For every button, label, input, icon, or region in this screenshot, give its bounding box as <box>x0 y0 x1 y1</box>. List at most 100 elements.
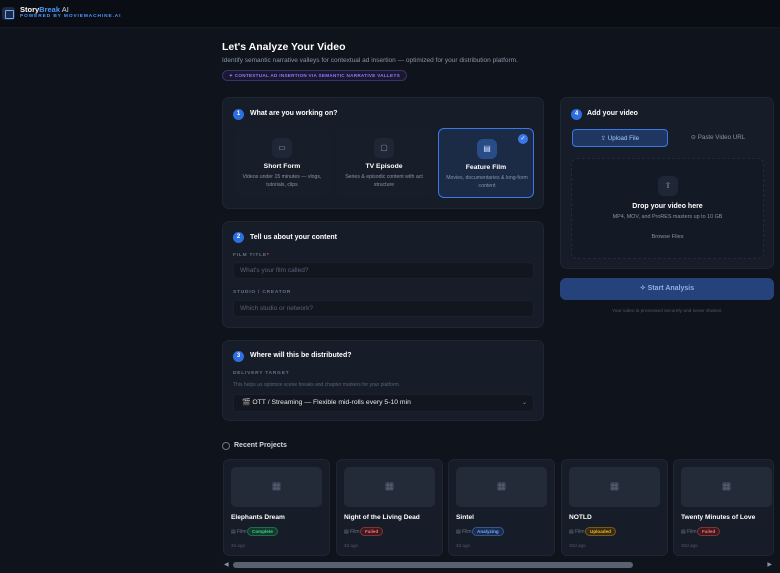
scroll-left-icon[interactable]: ◀ <box>224 561 229 569</box>
tab-paste-url[interactable]: ⊝ Paste Video URL <box>670 129 766 147</box>
step2-title: Tell us about your content <box>250 234 337 241</box>
upload-icon: ⇪ <box>658 176 678 196</box>
project-time: 3d ago <box>231 543 246 548</box>
project-type: ▤ Film <box>456 529 472 535</box>
film-title-input[interactable]: What's your film called? <box>233 262 534 279</box>
option-title: Feature Film <box>465 164 507 171</box>
status-badge: Uploaded <box>585 527 616 536</box>
project-type: ▤ Film <box>231 529 247 535</box>
film-icon: ▦ <box>344 467 435 507</box>
powered-by: POWERED BY MOVIEMACHINE.AI <box>20 14 122 19</box>
delivery-hint: This helps us optimize scene breaks and … <box>233 382 401 388</box>
studio-input[interactable]: Which studio or network? <box>233 300 534 317</box>
horizontal-scrollbar[interactable]: ◀ ▶ <box>222 561 774 569</box>
project-card[interactable]: ▦ NOTLD ▤ Film Uploaded 20d ago <box>561 459 668 556</box>
app-name-part1: Story <box>20 5 40 14</box>
option-title: Short Form <box>263 163 301 170</box>
step3-number: 3 <box>233 351 244 362</box>
option-feature-film[interactable]: ▤ Feature Film Movies, documentaries & l… <box>438 128 534 198</box>
step1-title: What are you working on? <box>250 110 338 117</box>
start-analysis-button[interactable]: ✧ Start Analysis <box>560 278 774 300</box>
project-name: Sintel <box>456 514 474 521</box>
film-type-icon: ▤ <box>456 529 461 535</box>
clock-icon <box>222 442 230 450</box>
tv-icon: ▢ <box>374 138 394 158</box>
project-card[interactable]: ▦ Night of the Living Dead ▤ Film Failed 3d … <box>336 459 443 556</box>
status-badge: Failed <box>697 527 721 536</box>
project-card[interactable]: ▦ Twenty Minutes of Love ▤ Film Failed 20d a… <box>673 459 774 556</box>
project-type-label: Film <box>350 529 360 535</box>
project-type-label: Film <box>462 529 472 535</box>
page-title: Let's Analyze Your Video <box>222 41 346 53</box>
studio-label: STUDIO / CREATOR <box>233 290 292 295</box>
film-type-icon: ▤ <box>569 529 574 535</box>
step2-card: 2 Tell us about your content FILM TITLE*… <box>222 221 544 328</box>
top-bar: StoryBreak AI POWERED BY MOVIEMACHINE.AI <box>0 0 780 28</box>
step3-card: 3 Where will this be distributed? DELIVE… <box>222 340 544 421</box>
project-type-label: Film <box>575 529 585 535</box>
film-icon: ▦ <box>681 467 772 507</box>
delivery-select[interactable]: 🎬 OTT / Streaming — Flexible mid-rolls e… <box>233 394 534 412</box>
option-title: TV Episode <box>365 163 403 170</box>
project-name: Elephants Dream <box>231 514 285 521</box>
project-type: ▤ Film <box>681 529 697 535</box>
app-name-part2: Break <box>39 5 61 14</box>
film-type-icon: ▤ <box>344 529 349 535</box>
app-name-part3: AI <box>60 5 69 14</box>
option-short-form[interactable]: ▭ Short Form Videos under 15 minutes — v… <box>234 128 330 198</box>
step1-card: 1 What are you working on? ▭ Short Form … <box>222 97 544 209</box>
film-icon: ▦ <box>456 467 547 507</box>
film-icon: ▤ <box>477 139 497 159</box>
delivery-selected: 🎬 OTT / Streaming — Flexible mid-rolls e… <box>242 399 411 406</box>
project-time: 3d ago <box>456 543 471 548</box>
option-desc: Series & episodic content with act struc… <box>345 174 423 188</box>
feature-tag: ✦ CONTEXTUAL AD INSERTION VIA SEMANTIC N… <box>222 70 408 81</box>
project-card[interactable]: ▦ Elephants Dream ▤ Film Complete 3d ago <box>223 459 330 556</box>
step3-title: Where will this be distributed? <box>250 352 352 359</box>
project-name: Night of the Living Dead <box>344 514 420 521</box>
film-icon: ▦ <box>569 467 660 507</box>
app-name[interactable]: StoryBreak AI <box>20 5 69 14</box>
tab-upload-file[interactable]: ⇪ Upload File <box>572 129 668 147</box>
step1-number: 1 <box>233 109 244 120</box>
step4-title: Add your video <box>587 110 638 117</box>
project-time: 20d ago <box>569 543 586 548</box>
project-type: ▤ Film <box>569 529 585 535</box>
option-tv-episode[interactable]: ▢ TV Episode Series & episodic content w… <box>336 128 432 198</box>
film-title-label-text: FILM TITLE <box>233 253 267 258</box>
drop-zone[interactable]: ⇪ Drop your video here MP4, MOV, and Pro… <box>571 158 764 259</box>
scroll-right-icon[interactable]: ▶ <box>767 561 772 569</box>
drop-subtitle: MP4, MOV, and ProRES masters up to 10 GB <box>612 214 723 220</box>
film-title-label: FILM TITLE* <box>233 253 270 258</box>
required-mark: * <box>266 253 270 258</box>
status-badge: Analyzing <box>472 527 504 536</box>
step4-number: 4 <box>571 109 582 120</box>
scroll-thumb[interactable] <box>233 562 633 568</box>
option-desc: Videos under 15 minutes — vlogs, tutoria… <box>242 174 322 188</box>
drop-title: Drop your video here <box>632 203 703 210</box>
video-icon: ▭ <box>272 138 292 158</box>
logo-icon[interactable] <box>2 7 15 20</box>
project-type: ▤ Film <box>344 529 360 535</box>
recent-projects-title: Recent Projects <box>234 442 287 449</box>
film-icon: ▦ <box>231 467 322 507</box>
status-badge: Complete <box>247 527 278 536</box>
check-icon: ✓ <box>518 134 528 144</box>
project-name: Twenty Minutes of Love <box>681 514 756 521</box>
project-type-label: Film <box>237 529 247 535</box>
chevron-down-icon: ⌄ <box>521 400 527 406</box>
option-desc: Movies, documentaries & long-form conten… <box>446 175 528 189</box>
status-badge: Failed <box>360 527 384 536</box>
step2-number: 2 <box>233 232 244 243</box>
project-time: 20d ago <box>681 543 698 548</box>
page-subtitle: Identify semantic narrative valleys for … <box>222 57 518 64</box>
project-card[interactable]: ▦ Sintel ▤ Film Analyzing 3d ago <box>448 459 555 556</box>
step4-card: 4 Add your video ⇪ Upload File ⊝ Paste V… <box>560 97 774 269</box>
secure-note: Your video is processed securely and nev… <box>612 309 722 314</box>
project-time: 3d ago <box>344 543 359 548</box>
film-type-icon: ▤ <box>231 529 236 535</box>
project-type-label: Film <box>687 529 697 535</box>
project-name: NOTLD <box>569 514 592 521</box>
browse-files-button[interactable]: Browse Files <box>572 234 763 240</box>
delivery-label: DELIVERY TARGET <box>233 371 290 376</box>
